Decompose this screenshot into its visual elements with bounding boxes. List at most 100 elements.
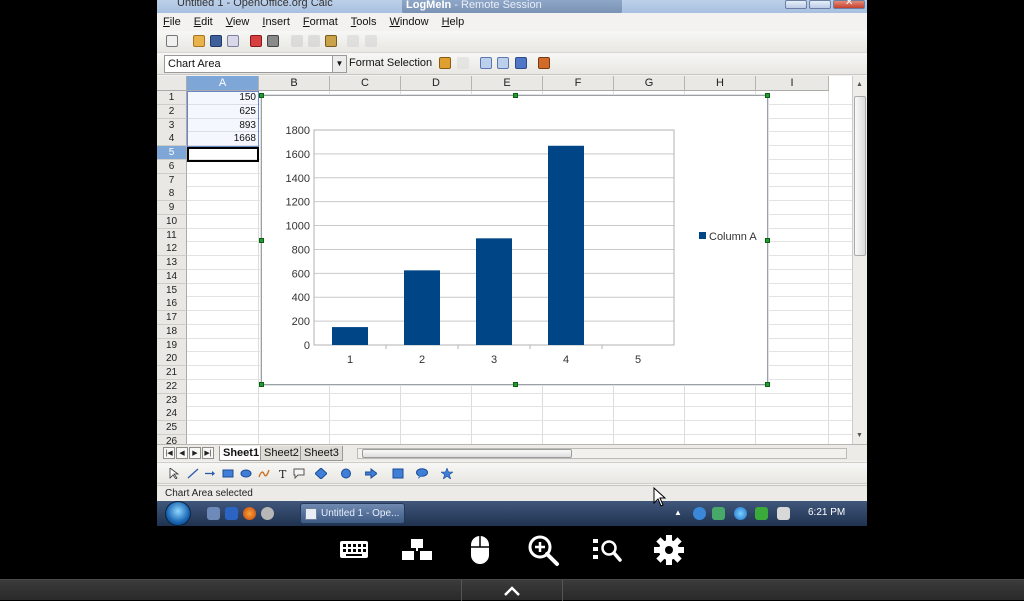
start-button[interactable] xyxy=(165,501,191,526)
logmein-session-tab[interactable]: LogMeIn - Remote Session xyxy=(402,0,622,14)
basic-shapes-icon[interactable] xyxy=(315,468,327,479)
data-table-icon[interactable] xyxy=(457,57,469,69)
cell-a4[interactable]: 1668 xyxy=(188,132,258,146)
row-header-14[interactable]: 14 xyxy=(157,269,187,284)
row-header-18[interactable]: 18 xyxy=(157,324,187,339)
row-header-11[interactable]: 11 xyxy=(157,228,187,243)
legend-toggle-icon[interactable] xyxy=(497,57,509,69)
callout-icon[interactable] xyxy=(293,468,305,479)
row-header-6[interactable]: 6 xyxy=(157,159,187,174)
minimize-button[interactable] xyxy=(785,0,807,9)
horizontal-scrollbar[interactable] xyxy=(357,448,847,459)
vertical-scrollbar[interactable]: ▲ ▼ xyxy=(852,76,867,444)
outlook-icon[interactable] xyxy=(225,507,238,520)
cut-icon[interactable] xyxy=(291,35,303,47)
display-icon[interactable] xyxy=(400,533,434,567)
cell-a2[interactable]: 625 xyxy=(188,105,258,119)
rectangle-icon[interactable] xyxy=(222,468,234,479)
chart-object[interactable]: 0 200 400 600 800 1000 1200 1400 1600 1800 1 2 3 4 5 Co… xyxy=(259,93,770,387)
select-arrow-icon[interactable] xyxy=(168,468,180,479)
column-header-d[interactable]: D xyxy=(401,76,472,91)
resize-handle-top-left[interactable] xyxy=(259,93,264,98)
row-header-17[interactable]: 17 xyxy=(157,311,187,325)
menu-file[interactable]: File xyxy=(163,16,181,28)
row-header-3[interactable]: 3 xyxy=(157,118,187,133)
export-pdf-icon[interactable] xyxy=(250,35,262,47)
tray-expand-icon[interactable]: ▲ xyxy=(674,508,682,517)
row-header-15[interactable]: 15 xyxy=(157,283,187,298)
horizontal-grids-icon[interactable] xyxy=(480,57,492,69)
tab-sheet3[interactable]: Sheet3 xyxy=(300,446,343,461)
open-folder-icon[interactable] xyxy=(193,35,205,47)
zoom-fit-icon[interactable] xyxy=(589,533,623,567)
scale-text-icon[interactable] xyxy=(515,57,527,69)
menu-format[interactable]: Format xyxy=(303,16,338,28)
new-document-icon[interactable] xyxy=(166,35,178,47)
row-header-10[interactable]: 10 xyxy=(157,214,187,229)
tray-logmein-icon[interactable] xyxy=(693,507,706,520)
cell-cursor[interactable] xyxy=(187,147,259,162)
save-icon[interactable] xyxy=(210,35,222,47)
prev-sheet-icon[interactable]: ◀ xyxy=(176,447,188,459)
maximize-button[interactable] xyxy=(809,0,831,9)
line-icon[interactable] xyxy=(187,468,199,479)
column-header-h[interactable]: H xyxy=(685,76,756,91)
menu-insert[interactable]: Insert xyxy=(262,16,290,28)
taskbar-calc-button[interactable]: Untitled 1 - Ope... xyxy=(300,503,405,524)
redo-icon[interactable] xyxy=(365,35,377,47)
resize-handle-bottom-left[interactable] xyxy=(259,382,264,387)
next-sheet-icon[interactable]: ▶ xyxy=(189,447,201,459)
chevron-down-icon[interactable]: ▼ xyxy=(332,56,346,72)
pinned-app-icon[interactable] xyxy=(261,507,274,520)
tab-sheet2[interactable]: Sheet2 xyxy=(260,446,303,461)
column-header-i[interactable]: I xyxy=(756,76,829,91)
copy-icon[interactable] xyxy=(308,35,320,47)
row-header-12[interactable]: 12 xyxy=(157,242,187,257)
row-header-21[interactable]: 21 xyxy=(157,366,187,380)
scroll-down-icon[interactable]: ▼ xyxy=(856,432,863,439)
row-header-9[interactable]: 9 xyxy=(157,201,187,215)
cell-a3[interactable]: 893 xyxy=(188,119,258,133)
chart-type-icon[interactable] xyxy=(439,57,451,69)
column-header-e[interactable]: E xyxy=(472,76,543,91)
text-icon[interactable]: T xyxy=(277,468,289,479)
scroll-up-icon[interactable]: ▲ xyxy=(856,81,863,88)
menu-view[interactable]: View xyxy=(226,16,250,28)
remote-desktop[interactable]: Untitled 1 - OpenOffice.org Calc LogMeIn… xyxy=(157,0,867,526)
column-header-a[interactable]: A xyxy=(187,76,259,91)
stars-icon[interactable] xyxy=(441,468,453,479)
resize-handle-top-right[interactable] xyxy=(765,93,770,98)
format-selection-button[interactable]: Format Selection xyxy=(349,57,432,69)
cell-a1[interactable]: 150 xyxy=(188,91,258,105)
column-header-g[interactable]: G xyxy=(614,76,685,91)
block-arrows-icon[interactable] xyxy=(365,468,377,479)
tray-network-icon[interactable] xyxy=(712,507,725,520)
tray-security-icon[interactable] xyxy=(755,507,768,520)
row-header-23[interactable]: 23 xyxy=(157,393,187,408)
menu-help[interactable]: Help xyxy=(442,16,465,28)
last-sheet-icon[interactable]: ▶| xyxy=(202,447,214,459)
horizontal-scroll-thumb[interactable] xyxy=(362,449,572,458)
row-header-24[interactable]: 24 xyxy=(157,407,187,422)
resize-handle-bottom[interactable] xyxy=(513,382,518,387)
row-header-5[interactable]: 5 xyxy=(157,146,187,160)
row-header-8[interactable]: 8 xyxy=(157,187,187,202)
row-header-22[interactable]: 22 xyxy=(157,379,187,394)
tab-sheet1[interactable]: Sheet1 xyxy=(219,446,264,461)
flowchart-icon[interactable] xyxy=(392,468,404,479)
resize-handle-bottom-right[interactable] xyxy=(765,382,770,387)
zoom-in-icon[interactable] xyxy=(526,533,560,567)
select-all-corner[interactable] xyxy=(157,76,187,91)
chevron-up-icon[interactable] xyxy=(500,582,524,600)
row-header-20[interactable]: 20 xyxy=(157,352,187,367)
firefox-icon[interactable] xyxy=(243,507,256,520)
show-desktop-icon[interactable] xyxy=(207,507,220,520)
row-header-7[interactable]: 7 xyxy=(157,173,187,188)
keyboard-icon[interactable] xyxy=(337,533,371,567)
callouts-icon[interactable] xyxy=(416,468,428,479)
undo-icon[interactable] xyxy=(347,35,359,47)
row-header-2[interactable]: 2 xyxy=(157,104,187,119)
tray-volume-icon[interactable] xyxy=(777,507,790,520)
column-header-f[interactable]: F xyxy=(543,76,614,91)
first-sheet-icon[interactable]: |◀ xyxy=(163,447,175,459)
